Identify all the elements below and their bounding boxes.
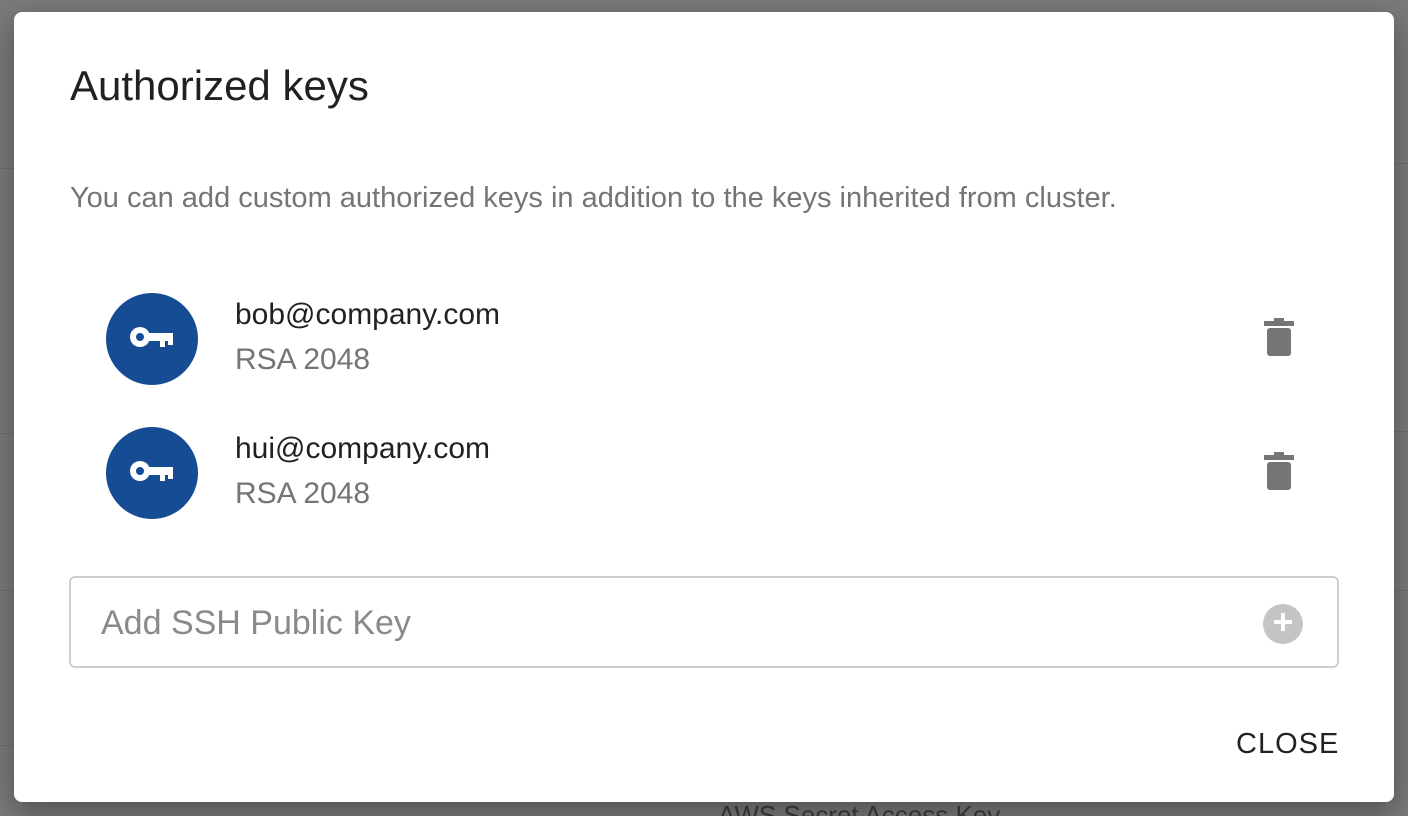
trash-icon bbox=[1264, 317, 1294, 361]
close-button[interactable]: CLOSE bbox=[1236, 728, 1339, 761]
dialog-description: You can add custom authorized keys in ad… bbox=[70, 182, 1117, 214]
authorized-keys-dialog: Authorized keys You can add custom autho… bbox=[14, 12, 1394, 802]
key-icon bbox=[129, 459, 175, 488]
key-type: RSA 2048 bbox=[235, 477, 371, 510]
key-name: bob@company.com bbox=[235, 298, 501, 331]
background-field-label: AWS Secret Access Key bbox=[718, 800, 1001, 816]
background-divider bbox=[0, 590, 14, 591]
delete-key-button[interactable] bbox=[1256, 317, 1302, 361]
avatar bbox=[106, 427, 198, 519]
add-ssh-key-field bbox=[69, 576, 1339, 668]
ssh-public-key-input[interactable] bbox=[101, 598, 1241, 648]
avatar bbox=[106, 293, 198, 385]
background-divider bbox=[1394, 431, 1408, 432]
add-key-button[interactable] bbox=[1263, 604, 1303, 644]
key-name: hui@company.com bbox=[235, 432, 490, 465]
delete-key-button[interactable] bbox=[1256, 451, 1302, 495]
key-list-item: hui@company.com RSA 2048 bbox=[106, 427, 1306, 519]
background-divider bbox=[0, 745, 14, 746]
plus-icon bbox=[1272, 611, 1294, 638]
background-divider bbox=[1394, 163, 1408, 164]
background-divider bbox=[0, 433, 14, 434]
key-icon bbox=[129, 325, 175, 354]
dialog-title: Authorized keys bbox=[70, 62, 369, 109]
background-divider bbox=[0, 168, 14, 169]
key-type: RSA 2048 bbox=[235, 343, 371, 376]
trash-icon bbox=[1264, 451, 1294, 495]
background-divider bbox=[1394, 590, 1408, 591]
key-list-item: bob@company.com RSA 2048 bbox=[106, 293, 1306, 385]
